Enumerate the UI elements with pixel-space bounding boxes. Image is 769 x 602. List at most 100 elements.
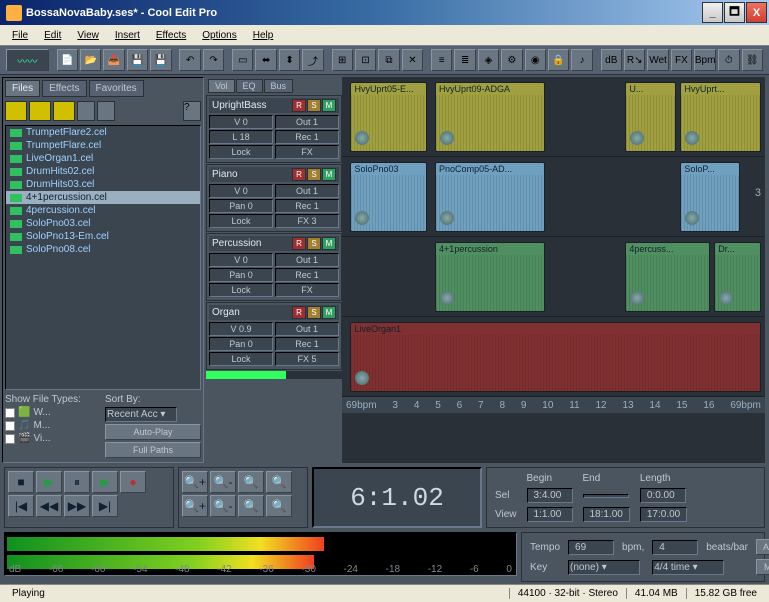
audio-clip[interactable]: HvyUprt05-E... [350,82,426,152]
menu-effects[interactable]: Effects [148,28,194,43]
lock-cell[interactable]: Lock [209,145,273,159]
audio-clip[interactable]: U... [625,82,676,152]
view-length-value[interactable]: 17:0.00 [640,507,687,522]
beats-value[interactable]: 4 [652,540,698,555]
db-button[interactable]: dB [601,49,622,71]
filter-wav-checkbox[interactable] [5,408,15,418]
lock-cell[interactable]: Lock [209,283,273,297]
track-scroll[interactable] [206,371,342,379]
zoom-sel-button[interactable]: 🔍 [266,471,292,493]
file-list[interactable]: TrumpetFlare2.celTrumpetFlare.celLiveOrg… [5,125,201,390]
pan-cell[interactable]: Pan 0 [209,337,273,351]
lock-button[interactable]: 🔒 [548,49,569,71]
track-name[interactable]: UprightBassRSM [209,98,339,113]
folder-import-icon[interactable] [53,101,75,121]
env-pan-button[interactable]: ≣ [454,49,475,71]
time-ruler[interactable]: 69bpm34567891011121314151669bpm [342,397,765,413]
save-button[interactable]: 💾 [127,49,148,71]
file-item[interactable]: TrumpetFlare2.cel [6,126,200,139]
track-name[interactable]: PianoRSM [209,167,339,182]
pan-cell[interactable]: Pan 0 [209,199,273,213]
audio-clip[interactable]: SoloPno03 [350,162,426,232]
timeline[interactable]: 2HvyUprt05-E...HvyUprt09-ADGAU...HvyUprt… [342,77,765,463]
close-button[interactable]: X [746,2,767,23]
sort-select[interactable]: Recent Acc ▾ [105,407,177,422]
file-item[interactable]: LiveOrgan1.cel [6,152,200,165]
file-item[interactable]: SoloPno03.cel [6,217,200,230]
bpm-value[interactable]: 69 [568,540,614,555]
audio-clip[interactable]: PnoComp05-AD... [435,162,545,232]
zoom-left-button[interactable]: 🔍 [238,495,264,517]
solo-button[interactable]: S [307,306,321,319]
go-end-button[interactable]: ▶| [92,495,118,517]
out-cell[interactable]: Out 1 [275,253,339,267]
mute-button[interactable]: M [322,237,336,250]
menu-insert[interactable]: Insert [107,28,148,43]
clip-knob-icon[interactable] [440,211,454,225]
solo-button[interactable]: S [307,168,321,181]
bpm-button[interactable]: Bpm [694,49,716,71]
sel-begin-value[interactable]: 3:4.00 [527,488,573,503]
rewind-button[interactable]: ◀◀ [36,495,62,517]
file-item[interactable]: 4percussion.cel [6,204,200,217]
out-cell[interactable]: Out 1 [275,115,339,129]
audio-clip[interactable]: 4+1percussion [435,242,545,312]
waveform-view-button[interactable]: 〰〰 [6,49,49,71]
track-lane[interactable]: 5LiveOrgan1 [342,317,765,397]
stop-button[interactable]: ■ [8,471,34,493]
env-vol-button[interactable]: ≡ [431,49,452,71]
zoom-in-v-button[interactable]: 🔍+ [182,495,208,517]
snap-button[interactable]: ⊞ [332,49,353,71]
menu-file[interactable]: File [4,28,36,43]
track-name[interactable]: PercussionRSM [209,236,339,251]
insert-multitrack-icon[interactable] [77,101,95,121]
import-button[interactable]: 📥 [103,49,124,71]
pan-cell[interactable]: L 18 [209,130,273,144]
rec-cell[interactable]: Rec 1 [275,199,339,213]
new-button[interactable]: 📄 [57,49,78,71]
record-arm-button[interactable]: R [292,168,306,181]
tempo-button[interactable]: ♪ [571,49,592,71]
audio-clip[interactable]: 4percuss... [625,242,710,312]
tab-favorites[interactable]: Favorites [89,80,144,97]
menu-edit[interactable]: Edit [36,28,69,43]
record-button[interactable]: ● [120,471,146,493]
menu-options[interactable]: Options [194,28,244,43]
help-icon[interactable]: ? [183,101,201,121]
folder-close-icon[interactable] [29,101,51,121]
track-name[interactable]: OrganRSM [209,305,339,320]
rec-cell[interactable]: Rec 1 [275,337,339,351]
file-item[interactable]: DrumHits02.cel [6,165,200,178]
vol-cell[interactable]: V 0.9 [209,322,273,336]
lock-cell[interactable]: Lock [209,352,273,366]
snap-zero-button[interactable]: ⊡ [355,49,376,71]
out-cell[interactable]: Out 1 [275,322,339,336]
crossfade-button[interactable]: ✕ [402,49,423,71]
view-begin-value[interactable]: 1:1.00 [527,507,573,522]
advanced-button[interactable]: Advanced... [756,539,769,555]
fx-cell[interactable]: FX [275,283,339,297]
vol-cell[interactable]: V 0 [209,184,273,198]
menu-help[interactable]: Help [245,28,282,43]
audio-clip[interactable]: LiveOrgan1 [350,322,760,392]
solo-button[interactable]: S [307,237,321,250]
track-lane[interactable]: 44+1percussion4percuss...Dr... [342,237,765,317]
fx-cell[interactable]: FX 5 [275,352,339,366]
minimize-button[interactable]: _ [702,2,723,23]
filter-midi-checkbox[interactable] [5,421,15,431]
filter-video-checkbox[interactable] [5,434,15,444]
vol-cell[interactable]: V 0 [209,115,273,129]
record-arm-button[interactable]: R [292,99,306,112]
save-as-button[interactable]: 💾 [150,49,171,71]
mixer-button[interactable]: ⚙ [501,49,522,71]
track-tab-vol[interactable]: Vol [208,79,235,93]
fx-button[interactable]: FX [671,49,692,71]
zoom-right-button[interactable]: 🔍 [266,495,292,517]
sel-length-value[interactable]: 0:0.00 [640,488,686,503]
timesig-select[interactable]: 4/4 time ▾ [652,560,724,575]
tool-select-button[interactable]: ▭ [232,49,253,71]
bus-button[interactable]: ◉ [525,49,546,71]
track-lane[interactable]: 3SoloPno03PnoComp05-AD...SoloP... [342,157,765,237]
fx-cell[interactable]: FX 3 [275,214,339,228]
zoom-full-button[interactable]: 🔍 [238,471,264,493]
